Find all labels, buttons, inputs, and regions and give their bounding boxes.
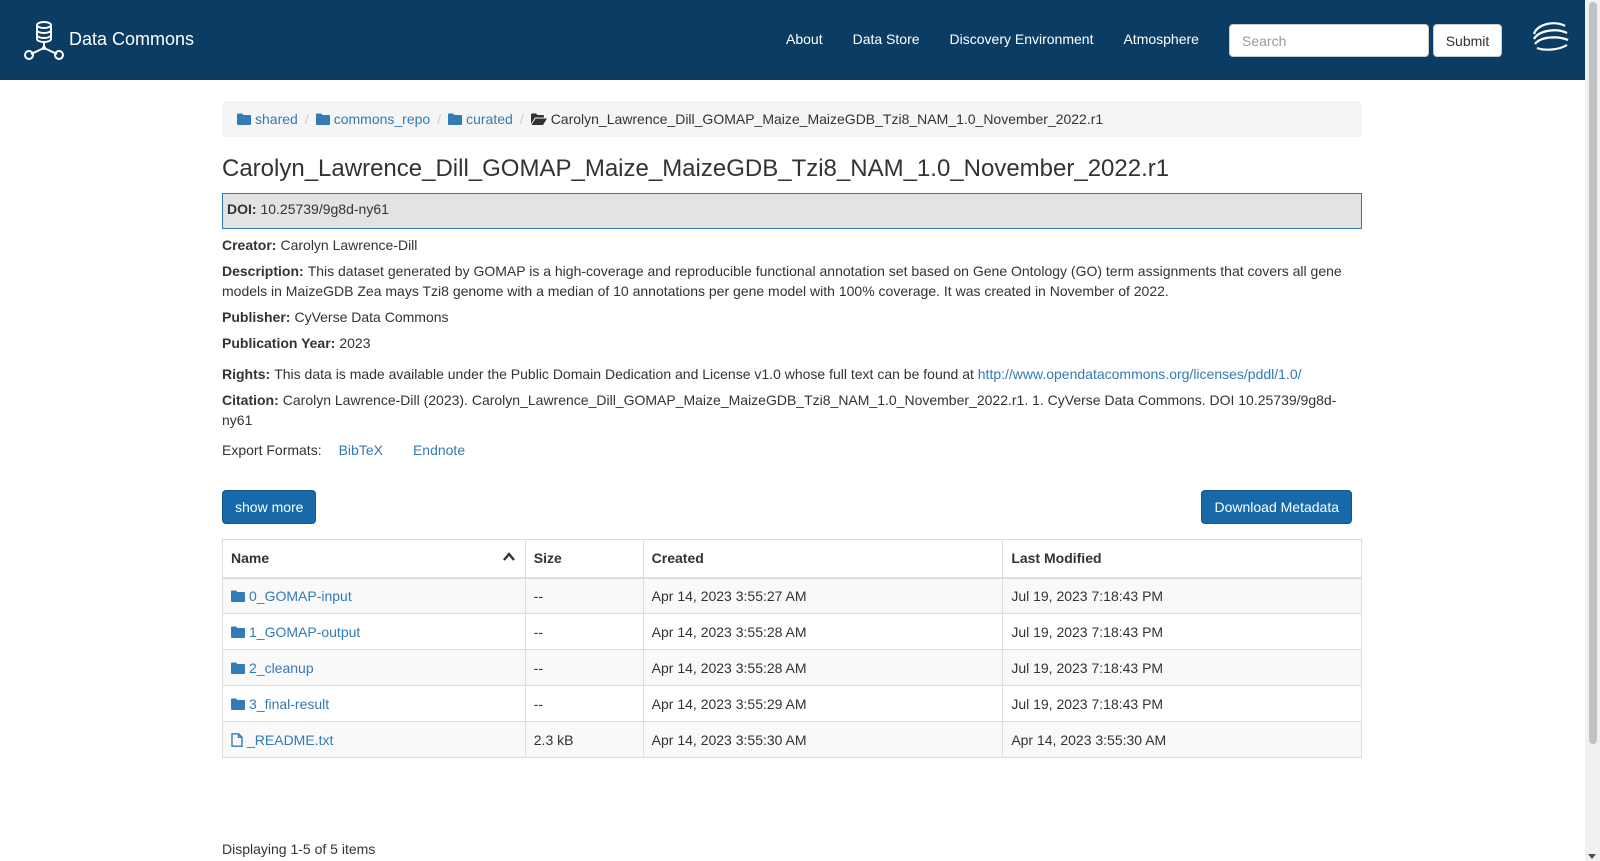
page-title: Carolyn_Lawrence_Dill_GOMAP_Maize_MaizeG… (222, 155, 1170, 182)
table-row[interactable]: 1_GOMAP-output -- Apr 14, 2023 3:55:28 A… (222, 613, 1362, 650)
cell-size: -- (524, 577, 644, 614)
export-formats: Export Formats: BibTeX Endnote (222, 442, 1362, 458)
cell-modified: Jul 19, 2023 7:18:43 PM (1002, 649, 1362, 686)
cell-created: Apr 14, 2023 3:55:28 AM (642, 649, 1004, 686)
doi-value: 10.25739/9g8d-ny61 (260, 201, 389, 217)
file-link[interactable]: 3_final-result (231, 696, 517, 712)
file-link[interactable]: 0_GOMAP-input (231, 588, 517, 604)
breadcrumb-item-curated[interactable]: curated (448, 111, 513, 127)
publisher-field: Publisher: CyVerse Data Commons (222, 309, 449, 325)
nav-discovery-environment[interactable]: Discovery Environment (950, 31, 1094, 47)
breadcrumb-item-commons-repo[interactable]: commons_repo (315, 111, 430, 127)
breadcrumb-separator: / (304, 111, 309, 127)
folder-icon (231, 626, 245, 638)
folder-open-icon (530, 113, 547, 125)
table-row[interactable]: 2_cleanup -- Apr 14, 2023 3:55:28 AM Jul… (222, 649, 1362, 686)
file-link[interactable]: _README.txt (231, 732, 517, 748)
nav-about[interactable]: About (786, 31, 823, 47)
file-icon (231, 732, 243, 747)
export-endnote-link[interactable]: Endnote (413, 442, 465, 458)
folder-icon (231, 698, 245, 710)
cell-modified: Jul 19, 2023 7:18:43 PM (1002, 613, 1362, 650)
download-metadata-button[interactable]: Download Metadata (1201, 490, 1352, 524)
folder-icon (315, 113, 330, 125)
file-table: Name Size Created Last Modified 0_GOMAP-… (222, 539, 1362, 758)
table-row[interactable]: _README.txt 2.3 kB Apr 14, 2023 3:55:30 … (222, 721, 1362, 758)
folder-icon (448, 113, 463, 125)
column-header-created[interactable]: Created (642, 539, 1004, 579)
table-row[interactable]: 3_final-result -- Apr 14, 2023 3:55:29 A… (222, 685, 1362, 722)
brand[interactable]: Data Commons (23, 17, 194, 61)
column-header-name[interactable]: Name (222, 539, 526, 579)
submit-button[interactable]: Submit (1433, 24, 1502, 57)
breadcrumb-current: Carolyn_Lawrence_Dill_GOMAP_Maize_MaizeG… (530, 111, 1103, 127)
breadcrumb-separator: / (519, 111, 524, 127)
cell-created: Apr 14, 2023 3:55:30 AM (642, 721, 1004, 758)
top-navbar: Data Commons About Data Store Discovery … (0, 0, 1585, 80)
citation-field: Citation: Carolyn Lawrence-Dill (2023). C… (222, 392, 1337, 428)
nav-links: About Data Store Discovery Environment A… (786, 31, 1229, 47)
cell-modified: Jul 19, 2023 7:18:43 PM (1002, 577, 1362, 614)
column-header-last-modified[interactable]: Last Modified (1002, 539, 1362, 579)
breadcrumb-separator: / (437, 111, 442, 127)
scroll-down-arrow-icon[interactable] (1588, 854, 1596, 859)
file-link[interactable]: 2_cleanup (231, 660, 517, 676)
main-content: shared / commons_repo / curated / Caroly… (222, 101, 1362, 758)
file-link[interactable]: 1_GOMAP-output (231, 624, 517, 640)
cyverse-user-icon[interactable] (1531, 20, 1569, 52)
column-header-size[interactable]: Size (524, 539, 644, 579)
brand-title: Data Commons (69, 28, 195, 49)
search-input[interactable] (1229, 24, 1429, 57)
show-more-button[interactable]: show more (222, 490, 317, 524)
folder-icon (231, 662, 245, 674)
cell-size: 2.3 kB (524, 721, 644, 758)
rights-field: Rights: This data is made available under… (222, 366, 1302, 382)
table-row[interactable]: 0_GOMAP-input -- Apr 14, 2023 3:55:27 AM… (222, 577, 1362, 614)
data-commons-logo-icon (24, 21, 64, 60)
sort-ascending-icon[interactable] (502, 552, 515, 561)
license-link[interactable]: http://www.opendatacommons.org/licenses/… (978, 366, 1302, 382)
export-formats-label: Export Formats: (222, 442, 322, 458)
description-field: Description: This dataset generated by GO… (222, 263, 1342, 299)
cell-modified: Jul 19, 2023 7:18:43 PM (1002, 685, 1362, 722)
scrollbar-thumb[interactable] (1589, 2, 1597, 744)
creator-field: Creator: Carolyn Lawrence-Dill (222, 237, 418, 253)
nav-data-store[interactable]: Data Store (853, 31, 920, 47)
breadcrumb: shared / commons_repo / curated / Caroly… (222, 101, 1362, 137)
publication-year-field: Publication Year: 2023 (222, 335, 371, 351)
item-count: Displaying 1-5 of 5 items (222, 841, 376, 857)
folder-icon (231, 590, 245, 602)
cell-created: Apr 14, 2023 3:55:29 AM (642, 685, 1004, 722)
doi-label: DOI: (227, 201, 257, 217)
cell-created: Apr 14, 2023 3:55:28 AM (642, 613, 1004, 650)
action-buttons: show more Download Metadata (222, 490, 1362, 524)
page-scrollbar[interactable] (1585, 0, 1600, 861)
cell-size: -- (524, 613, 644, 650)
doi-box: DOI: 10.25739/9g8d-ny61 (222, 193, 1362, 229)
breadcrumb-item-shared[interactable]: shared (237, 111, 298, 127)
cell-size: -- (524, 649, 644, 686)
table-header-row: Name Size Created Last Modified (222, 539, 1362, 579)
nav-atmosphere[interactable]: Atmosphere (1123, 31, 1198, 47)
folder-icon (237, 113, 251, 125)
cell-created: Apr 14, 2023 3:55:27 AM (642, 577, 1004, 614)
export-bibtex-link[interactable]: BibTeX (339, 442, 383, 458)
cell-modified: Apr 14, 2023 3:55:30 AM (1002, 721, 1362, 758)
cell-size: -- (524, 685, 644, 722)
